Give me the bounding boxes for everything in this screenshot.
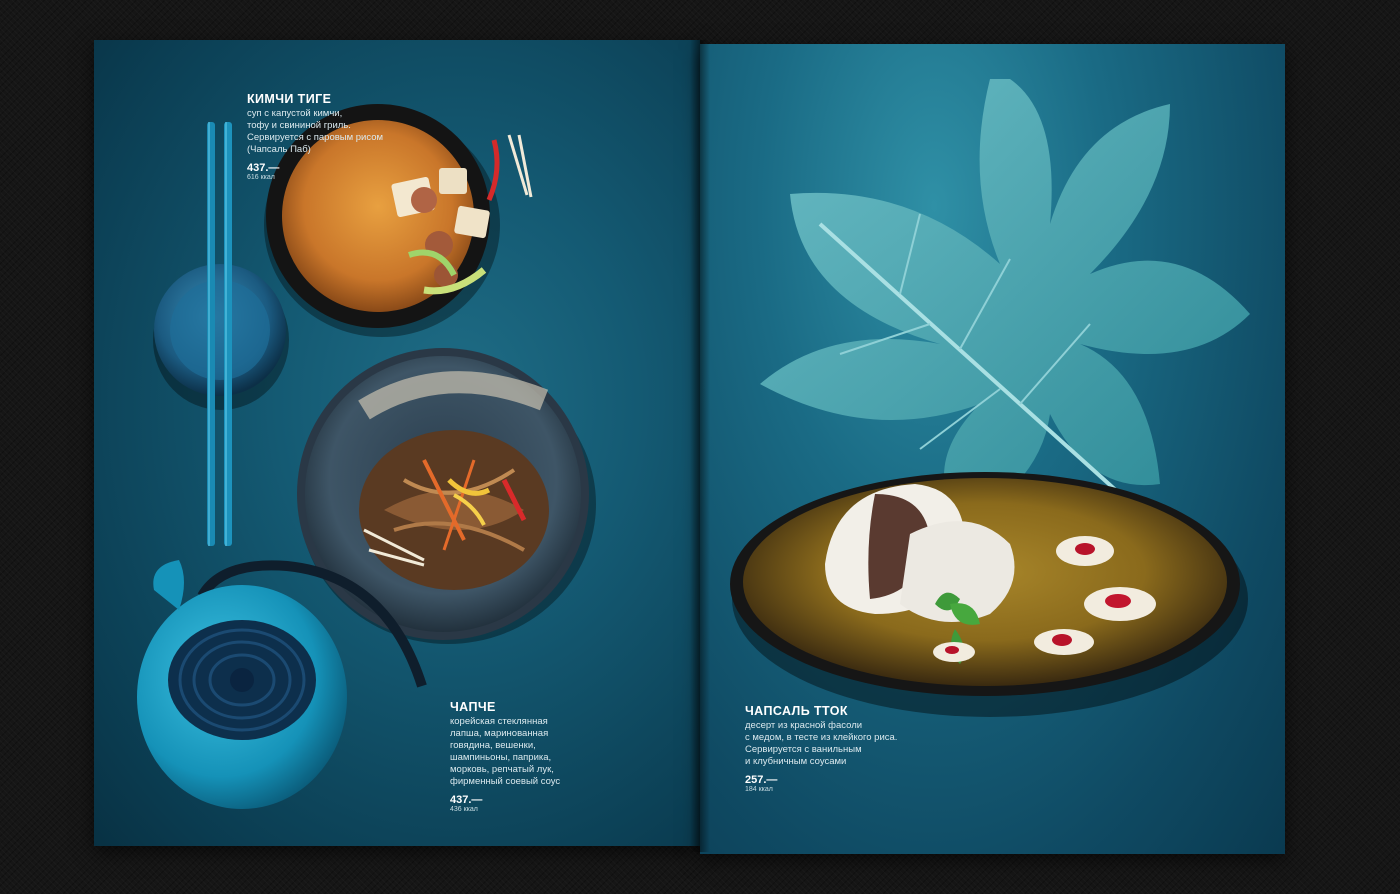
dish-price: 437.— — [247, 162, 280, 174]
japchae-bowl — [297, 348, 596, 644]
dish-description: десерт из красной фасоли с медом, в тест… — [745, 720, 898, 767]
dish-kimchi-stew: КИМЧИ ТИГЕ суп с капустой кимчи, тофу и … — [247, 92, 383, 181]
dish-calories: 184 ккал — [745, 786, 773, 793]
dish-name: ЧАПСАЛЬ ТТОК — [745, 704, 848, 718]
dish-name: ЧАПЧЕ — [450, 700, 496, 714]
saucer — [153, 264, 289, 410]
dish-name: КИМЧИ ТИГЕ — [247, 92, 332, 106]
menu-page-left: КИМЧИ ТИГЕ суп с капустой кимчи, тофу и … — [94, 40, 700, 846]
dish-description: корейская стеклянная лапша, маринованная… — [450, 716, 561, 787]
dish-calories: 616 ккал — [247, 174, 275, 181]
menu-page-right: ЧАПСАЛЬ ТТОК десерт из красной фасоли с … — [700, 44, 1285, 854]
dish-description: суп с капустой кимчи, тофу и свининой гр… — [247, 108, 384, 155]
monstera-leaf — [760, 79, 1250, 524]
dish-price: 437.— — [450, 794, 483, 806]
dish-price: 257.— — [745, 774, 778, 786]
dish-calories: 436 ккал — [450, 806, 478, 813]
left-page-illustration — [137, 104, 596, 809]
dish-japchae: ЧАПЧЕ корейская стеклянная лапша, марино… — [450, 700, 560, 813]
dish-chapsal-ttok: ЧАПСАЛЬ ТТОК десерт из красной фасоли с … — [745, 704, 897, 793]
